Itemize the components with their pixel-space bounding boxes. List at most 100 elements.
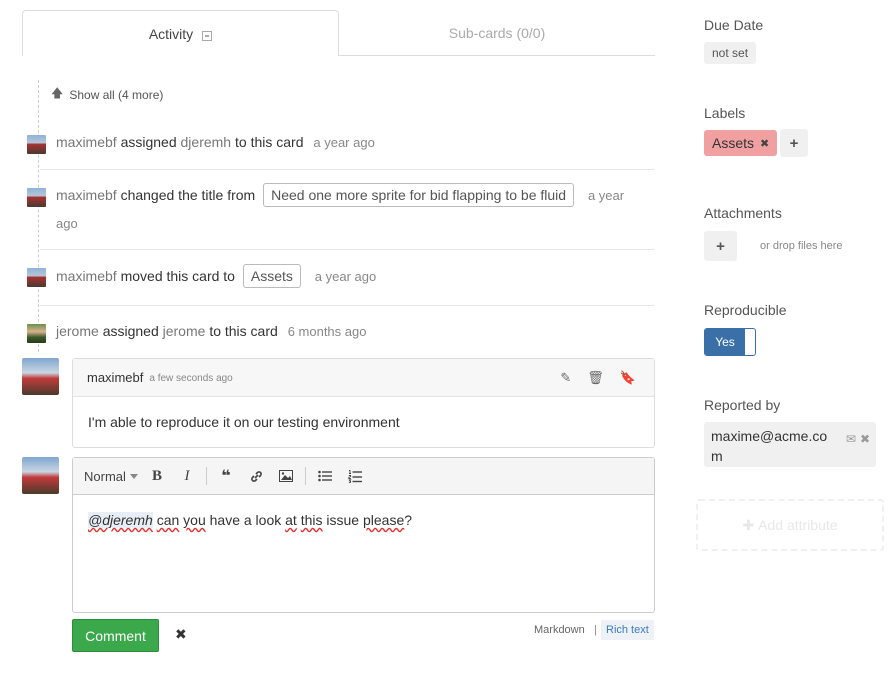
mode-separator: | xyxy=(594,624,597,636)
add-attribute-button[interactable]: ✚ Add attribute xyxy=(696,499,884,551)
tab-activity[interactable]: Activity xyxy=(22,10,339,56)
format-select[interactable]: Normal xyxy=(84,464,142,488)
chevron-down-icon xyxy=(129,473,138,479)
activity-time-wrap: ago xyxy=(56,216,78,231)
avatar xyxy=(27,188,46,207)
format-select-label: Normal xyxy=(84,468,126,484)
close-icon[interactable]: ✖ xyxy=(175,626,187,643)
plus-icon: + xyxy=(789,134,799,152)
tab-sub-cards[interactable]: Sub-cards (0/0) xyxy=(339,10,655,56)
activity-user[interactable]: maximebf xyxy=(56,187,117,203)
label-tag-text: Assets xyxy=(712,135,755,151)
drop-hint: or drop files here xyxy=(760,240,843,252)
show-all-link[interactable]: 🡅 Show all (4 more) xyxy=(51,84,163,105)
activity-user[interactable]: maximebf xyxy=(56,134,117,150)
avatar xyxy=(22,457,59,494)
add-label-button[interactable]: + xyxy=(780,129,808,157)
editor-textarea[interactable]: @djeremh can you have a look at this iss… xyxy=(73,495,654,545)
pencil-icon[interactable]: ✎ xyxy=(560,370,571,386)
comment-body: I'm able to reproduce it on our testing … xyxy=(88,414,400,430)
close-icon[interactable]: ✖ xyxy=(860,429,870,449)
editor-toolbar: Normal B I ❝ xyxy=(73,458,654,495)
comment-actions: ✎ 🗑 🔖 xyxy=(560,370,654,386)
activity-target-user[interactable]: jerome xyxy=(163,323,206,339)
comment-card: maximebf a few seconds ago ✎ 🗑 🔖 I'm abl… xyxy=(72,358,655,448)
labels-label: Labels xyxy=(704,105,746,121)
editor-punctuation: ? xyxy=(404,512,413,528)
activity-user[interactable]: maximebf xyxy=(56,268,117,284)
avatar xyxy=(27,324,46,343)
editor-word: this xyxy=(300,512,323,528)
activity-text: maximebf moved this card to Assets a yea… xyxy=(56,263,376,290)
activity-text: maximebf assigned djeremh to this card a… xyxy=(56,129,375,156)
bookmark-icon[interactable]: 🔖 xyxy=(620,370,636,386)
italic-icon[interactable]: I xyxy=(172,464,202,488)
reported-by-label: Reported by xyxy=(704,397,781,413)
arrow-up-icon: 🡅 xyxy=(51,86,64,100)
bullet-list-icon[interactable] xyxy=(310,464,340,488)
activity-time: 6 months ago xyxy=(287,324,367,339)
markdown-mode-link[interactable]: Markdown xyxy=(534,620,585,640)
comment-button[interactable]: Comment xyxy=(72,619,159,652)
attachments-label: Attachments xyxy=(704,205,782,221)
close-icon[interactable]: ✖ xyxy=(760,137,769,150)
reproducible-label: Reproducible xyxy=(704,302,787,318)
comment-time: a few seconds ago xyxy=(149,373,233,384)
reproducible-toggle[interactable]: Yes xyxy=(704,328,756,356)
show-all-label: Show all (4 more) xyxy=(69,87,164,102)
old-title-box: Need one more sprite for bid flapping to… xyxy=(263,183,575,207)
quote-icon[interactable]: ❝ xyxy=(211,464,241,488)
avatar xyxy=(27,268,46,287)
activity-action: moved this card to xyxy=(120,268,235,284)
reporter-chip: maxime@acme.com ✉ ✖ xyxy=(704,422,876,467)
activity-suffix: to this card xyxy=(209,323,278,339)
activity-suffix: to this card xyxy=(235,134,304,150)
activity-user[interactable]: jerome xyxy=(56,323,99,339)
label-tag-assets[interactable]: Assets ✖ xyxy=(704,130,778,156)
avatar xyxy=(22,358,59,395)
toolbar-divider xyxy=(206,467,207,485)
plus-icon: ✚ xyxy=(742,516,755,533)
editor-word: have a look xyxy=(209,512,282,528)
tab-bar: Activity Sub-cards (0/0) xyxy=(22,10,655,56)
activity-action: changed the title from xyxy=(120,187,256,203)
timeline-line xyxy=(38,80,39,352)
activity-time: a year xyxy=(587,188,625,203)
add-attachment-button[interactable]: + xyxy=(704,231,737,261)
envelope-icon[interactable]: ✉ xyxy=(846,429,856,449)
activity-text: jerome assigned jerome to this card 6 mo… xyxy=(56,318,366,345)
link-icon[interactable] xyxy=(241,464,271,488)
editor-word: can xyxy=(156,512,180,528)
reporter-email: maxime@acme.com xyxy=(711,428,828,464)
due-date-value[interactable]: not set xyxy=(704,42,757,64)
activity-time: a year ago xyxy=(313,135,375,150)
toolbar-divider xyxy=(305,467,306,485)
richtext-mode-link[interactable]: Rich text xyxy=(601,620,654,640)
comment-header: maximebf a few seconds ago ✎ 🗑 🔖 xyxy=(73,359,654,397)
activity-target-user[interactable]: djeremh xyxy=(181,134,232,150)
editor-word: at xyxy=(285,512,297,528)
plus-icon: + xyxy=(716,237,725,255)
comment-author[interactable]: maximebf xyxy=(87,370,143,385)
activity-action: assigned xyxy=(102,323,159,339)
add-attribute-label: Add attribute xyxy=(758,517,838,533)
mention-token[interactable]: @djeremh xyxy=(88,512,153,528)
toggle-yes: Yes xyxy=(705,329,745,355)
activity-text-wrap: ago xyxy=(56,210,78,237)
editor-word: issue xyxy=(326,512,360,528)
due-date-label: Due Date xyxy=(704,17,764,33)
numbered-list-icon[interactable] xyxy=(340,464,370,488)
activity-time: a year ago xyxy=(314,269,377,284)
editor-word: please xyxy=(362,512,405,528)
collapse-icon[interactable] xyxy=(202,30,213,41)
comment-editor: Normal B I ❝ @djeremh can you have a loo… xyxy=(72,457,655,613)
image-icon[interactable] xyxy=(271,464,301,488)
list-name-box: Assets xyxy=(242,264,301,288)
tab-activity-label: Activity xyxy=(148,25,194,42)
tab-sub-cards-label: Sub-cards (0/0) xyxy=(448,24,546,41)
reporter-actions: ✉ ✖ xyxy=(846,429,870,449)
avatar xyxy=(27,135,46,154)
bold-icon[interactable]: B xyxy=(142,464,172,488)
activity-action: assigned xyxy=(120,134,177,150)
trash-icon[interactable]: 🗑 xyxy=(587,370,604,386)
